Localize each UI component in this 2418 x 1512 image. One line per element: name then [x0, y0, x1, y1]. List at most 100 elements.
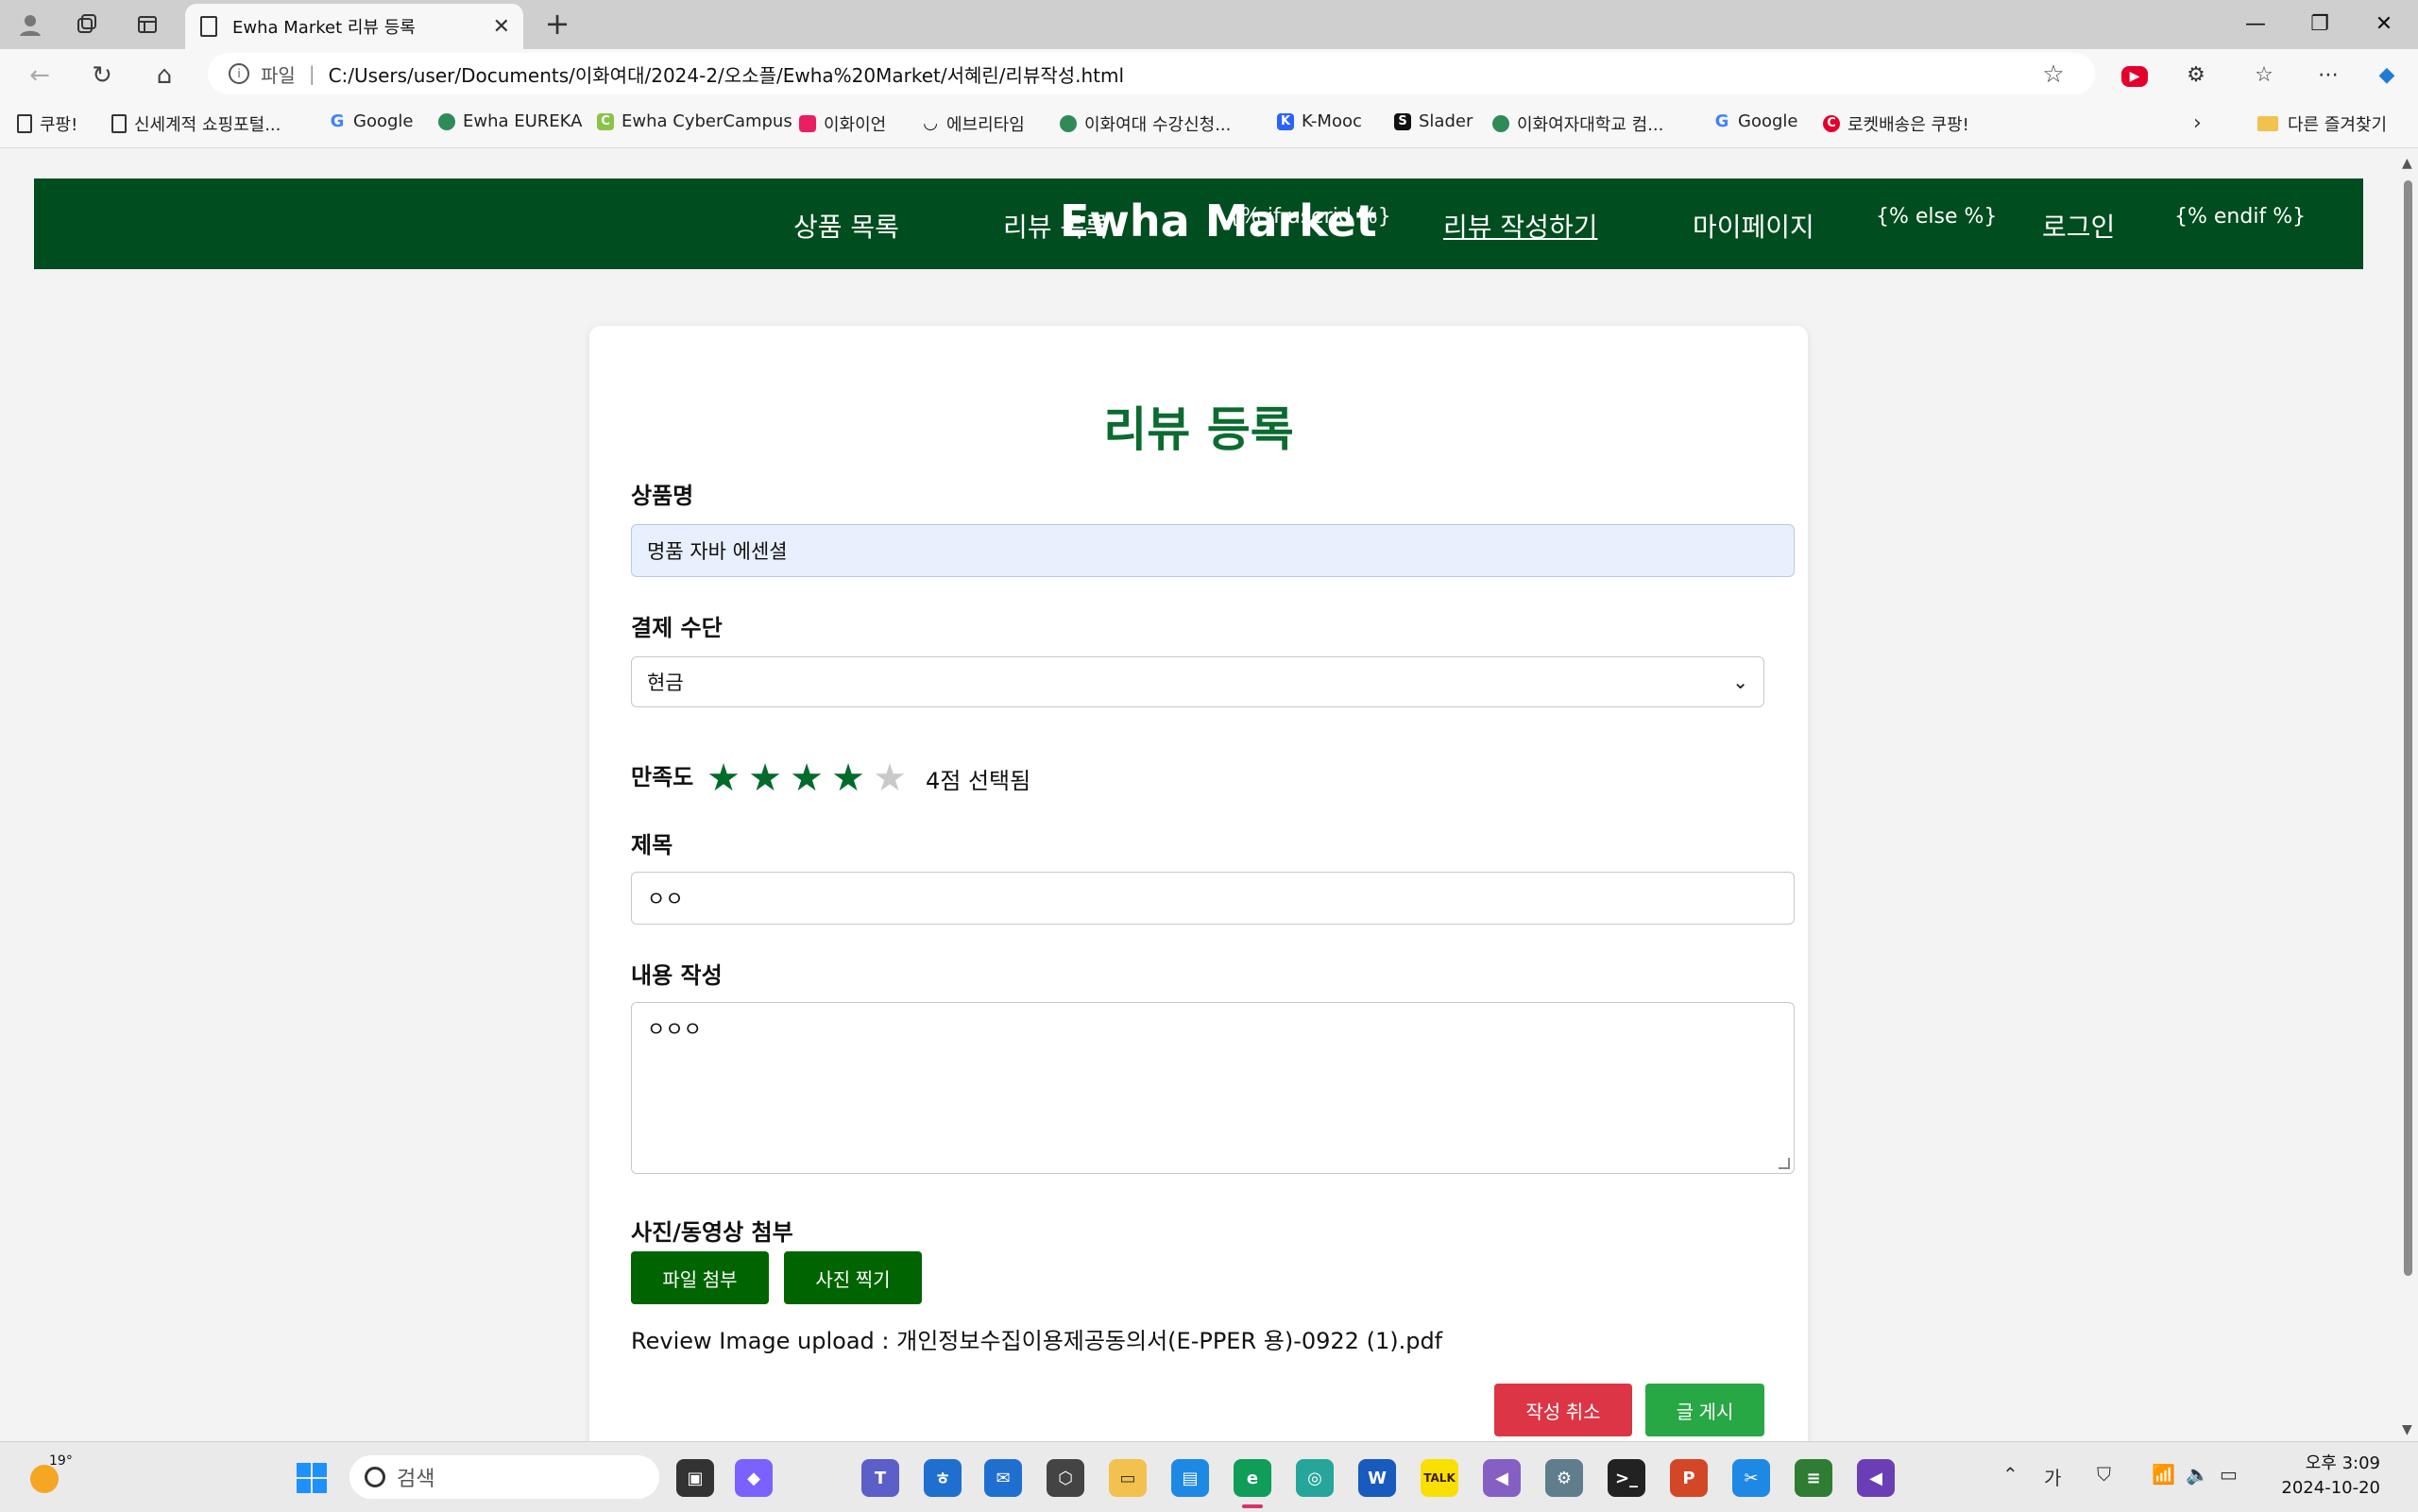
minimize-icon[interactable]: — [2227, 6, 2284, 43]
clock-date: 2024-10-20 [2281, 1478, 2380, 1498]
back-icon[interactable]: ← [23, 59, 57, 93]
hangul-app-icon[interactable]: ㅎ [924, 1459, 962, 1497]
star-rating[interactable]: ★ ★ ★ ★ ★ 4점 선택됨 [703, 756, 1030, 800]
kmooc-icon: K [1277, 112, 1294, 130]
copilot-app-icon[interactable]: ◆ [735, 1459, 773, 1497]
copilot-icon[interactable]: ◆ [2371, 60, 2403, 91]
taskbar-clock[interactable]: 오후 3:09 2024-10-20 [2263, 1452, 2380, 1501]
word-icon[interactable]: W [1358, 1459, 1396, 1497]
refresh-icon[interactable]: ↻ [85, 59, 119, 93]
more-menu-icon[interactable]: ⋯ [2312, 60, 2344, 91]
star-icon[interactable]: ★ [786, 756, 827, 800]
bookmark-item[interactable]: C Ewha CyberCampus [597, 111, 792, 131]
page-scrollbar[interactable]: ▲ ▼ [2397, 148, 2418, 1441]
bookmark-item[interactable]: ◡ 에브리타임 [922, 111, 1025, 136]
powerpoint-icon[interactable]: P [1670, 1459, 1708, 1497]
profile-icon[interactable] [13, 8, 47, 42]
extensions-icon[interactable]: ⚙ [2180, 60, 2212, 91]
weather-widget[interactable]: 19° [26, 1453, 73, 1497]
address-url[interactable]: C:/Users/user/Documents/이화여대/2024-2/오소플/… [329, 60, 1125, 88]
payment-select[interactable]: 현금 ⌄ [631, 656, 1764, 707]
scrollbar-thumb[interactable] [2404, 180, 2412, 1276]
taskbar-search[interactable]: 검색 [349, 1455, 659, 1499]
file-explorer-icon[interactable]: ▭ [1109, 1459, 1147, 1497]
scroll-down-icon[interactable]: ▼ [2402, 1422, 2412, 1437]
info-icon[interactable]: i [229, 63, 249, 84]
scroll-up-icon[interactable]: ▲ [2402, 156, 2412, 171]
favorites-icon[interactable]: ☆ [2248, 60, 2280, 91]
teams-icon[interactable]: T [861, 1459, 899, 1497]
slader-icon: S [1394, 112, 1411, 130]
notepad-icon[interactable]: ≡ [1795, 1459, 1832, 1497]
chevron-down-icon: ⌄ [1732, 671, 1748, 693]
bookmark-label: 이화여대 수강신청... [1084, 115, 1232, 135]
kakaotalk-icon[interactable]: TALK [1421, 1459, 1458, 1497]
browser-tab-bar: Ewha Market 리뷰 등록 ✕ + — ❐ ✕ [0, 0, 2418, 49]
submit-button[interactable]: 글 게시 [1645, 1384, 1764, 1436]
attach-file-button[interactable]: 파일 첨부 [631, 1251, 769, 1304]
cancel-button[interactable]: 작성 취소 [1494, 1384, 1632, 1436]
star-icon[interactable]: ★ [827, 756, 869, 800]
store-icon[interactable]: ▤ [1171, 1459, 1209, 1497]
folder-icon [2257, 116, 2278, 131]
home-icon[interactable]: ⌂ [147, 59, 181, 93]
edge-browser-icon[interactable]: e [1234, 1459, 1271, 1497]
tab-close-icon[interactable]: ✕ [493, 15, 510, 39]
nav-mypage-link[interactable]: 마이페이지 [1693, 207, 1814, 245]
resize-handle-icon[interactable] [1779, 1158, 1790, 1169]
workspaces-icon[interactable] [70, 8, 104, 42]
volume-icon[interactable]: 🔈 [2186, 1463, 2209, 1486]
new-tab-icon[interactable]: + [538, 6, 576, 42]
task-view-icon[interactable]: ▣ [676, 1459, 714, 1497]
vertical-tabs-icon[interactable] [130, 8, 164, 42]
product-name-value: 명품 자바 에센셜 [647, 540, 788, 563]
address-bar[interactable]: i 파일 | C:/Users/user/Documents/이화여대/2024… [208, 53, 2095, 94]
battery-icon[interactable]: ▭ [2220, 1463, 2238, 1486]
settings-icon[interactable]: ⚙ [1545, 1459, 1583, 1497]
bookmark-item[interactable]: K K-Mooc [1277, 111, 1362, 131]
bookmark-item[interactable]: C 로켓배송은 쿠팡! [1823, 111, 1969, 136]
snipping-tool-icon[interactable]: ✂ [1732, 1459, 1770, 1497]
security-icon[interactable]: ⛉ [2097, 1463, 2111, 1486]
title-value: ㅇㅇ [647, 888, 684, 910]
window-close-icon[interactable]: ✕ [2356, 6, 2412, 43]
bookmark-item[interactable]: S Slader [1394, 111, 1473, 131]
title-input[interactable]: ㅇㅇ [631, 872, 1795, 925]
visual-studio-2-icon[interactable]: ◀ [1857, 1459, 1895, 1497]
nav-products-link[interactable]: 상품 목록 [793, 207, 899, 245]
active-tab[interactable]: Ewha Market 리뷰 등록 ✕ [185, 4, 523, 49]
nav-write-review-link[interactable]: 리뷰 작성하기 [1443, 207, 1597, 245]
bookmark-item[interactable]: 신세계적 쇼핑포털... [111, 111, 281, 136]
rating-text: 4점 선택됨 [926, 767, 1031, 794]
windows-start-icon[interactable] [293, 1459, 331, 1497]
tray-overflow-icon[interactable]: ⌃ [2002, 1463, 2018, 1486]
star-icon[interactable]: ★ [744, 756, 786, 800]
restore-icon[interactable]: ❐ [2291, 6, 2348, 43]
wifi-icon[interactable]: 📶 [2152, 1463, 2175, 1486]
nav-login-link[interactable]: 로그인 [2042, 207, 2115, 245]
ime-indicator[interactable]: 가 [2044, 1463, 2061, 1490]
other-bookmarks[interactable]: 다른 즐겨찾기 [2257, 111, 2387, 136]
terminal-icon[interactable]: >_ [1608, 1459, 1645, 1497]
bookmark-item[interactable]: 이화이언 [799, 111, 886, 136]
content-textarea[interactable]: ㅇㅇㅇ [631, 1002, 1795, 1174]
bookmark-item[interactable]: 쿠팡! [17, 111, 77, 136]
star-icon[interactable]: ★ [703, 756, 744, 800]
mail-icon[interactable]: ✉ [984, 1459, 1022, 1497]
youtube-extension-icon[interactable]: ▶ [2121, 66, 2148, 87]
unity-icon[interactable]: ⬡ [1047, 1459, 1084, 1497]
site-brand[interactable]: Ewha Market [1060, 195, 1377, 246]
visual-studio-icon[interactable]: ◀ [1483, 1459, 1521, 1497]
bookmark-item[interactable]: 이화여자대학교 컴... [1492, 111, 1663, 136]
product-name-input[interactable]: 명품 자바 에센셜 [631, 524, 1795, 577]
bookmark-label: Google [1738, 111, 1798, 131]
favorite-star-icon[interactable]: ☆ [2033, 60, 2074, 89]
bookmark-item[interactable]: Ewha EUREKA [438, 111, 582, 131]
take-photo-button[interactable]: 사진 찍기 [784, 1251, 922, 1304]
bookmarks-overflow-icon[interactable]: › [2193, 111, 2202, 135]
bookmark-item[interactable]: G Google [329, 111, 414, 131]
bookmark-item[interactable]: 이화여대 수강신청... [1060, 111, 1231, 136]
globe-app-icon[interactable]: ◎ [1296, 1459, 1334, 1497]
star-icon[interactable]: ★ [869, 756, 911, 800]
bookmark-item[interactable]: G Google [1713, 111, 1798, 131]
